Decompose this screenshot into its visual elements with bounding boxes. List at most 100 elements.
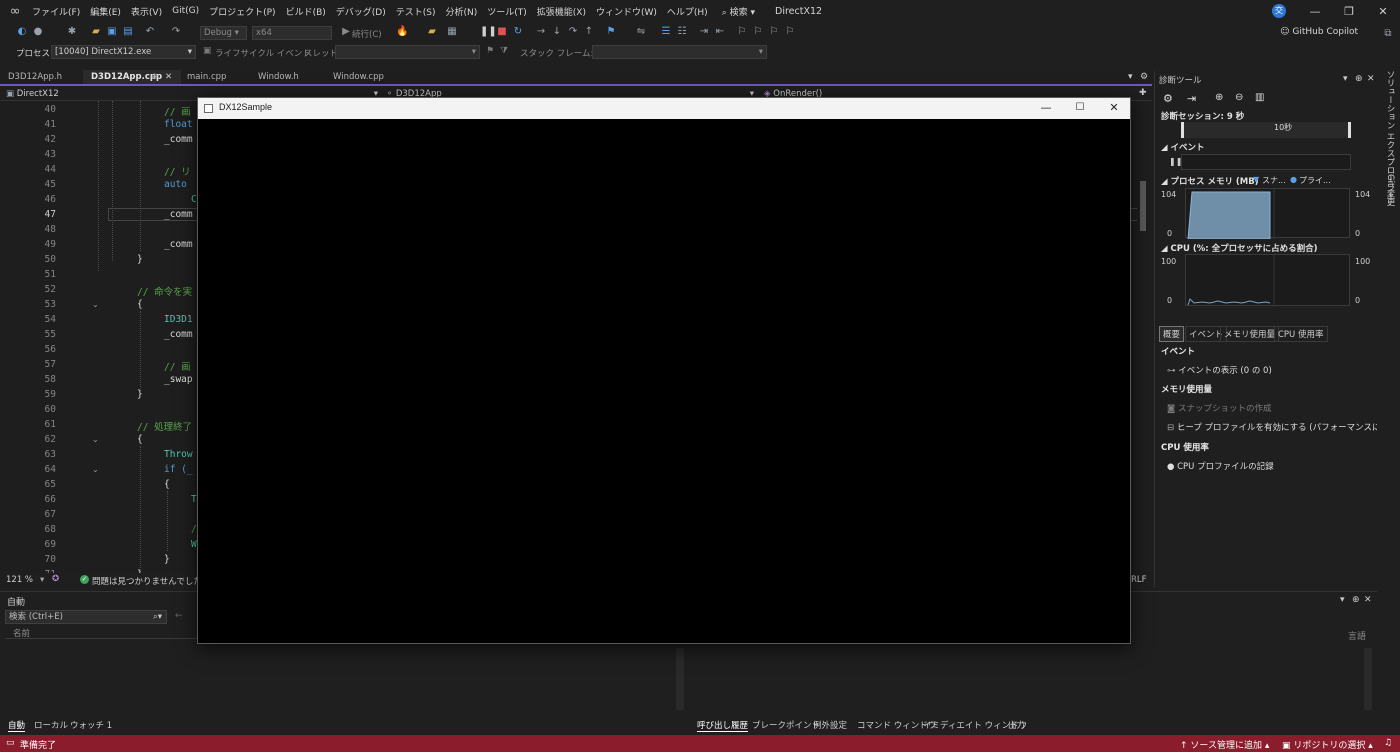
issues-status[interactable]: 問題は見つかりませんでした xyxy=(92,575,202,587)
enable-heap-profiling-button[interactable]: ⊟ ヒープ プロファイルを有効にする (パフォーマンスに影響します) xyxy=(1167,421,1377,433)
lifecycle-events-button[interactable]: ライフサイクル イベント xyxy=(215,47,311,59)
fold-chevron-icon[interactable]: ⌄ xyxy=(92,465,99,474)
visual-studio-logo-icon[interactable]: ∞ xyxy=(0,0,30,22)
tab-exception-settings[interactable]: 例外設定 xyxy=(813,719,847,731)
menu-view[interactable]: 表示(V) xyxy=(129,5,170,18)
bookmark-next-icon[interactable]: ⚐ xyxy=(768,26,780,38)
tab-breakpoints[interactable]: ブレークポイント xyxy=(752,719,820,731)
panel-close-icon[interactable]: ✕ xyxy=(1367,74,1375,84)
close-icon[interactable]: ✕ xyxy=(1098,100,1130,116)
tab-d3d12app-cpp[interactable]: D3D12App.cpp ⊕ ✕ xyxy=(83,70,181,84)
search-icon[interactable]: ⌕▾ xyxy=(153,611,162,623)
autos-search-input[interactable]: 検索 (Ctrl+E) ⌕▾ xyxy=(5,610,167,624)
folder-icon[interactable]: ▰ xyxy=(426,26,438,38)
continue-icon[interactable]: ▶ xyxy=(340,26,352,38)
call-stack-scrollbar[interactable] xyxy=(1364,648,1372,710)
zoom-dropdown-icon[interactable]: ▾ xyxy=(40,575,44,585)
panel-pin-icon[interactable]: ⊕ xyxy=(1355,74,1363,84)
menu-debug[interactable]: デバッグ(D) xyxy=(334,5,394,18)
search-button[interactable]: ⌕ 検索 ▾ xyxy=(722,5,755,18)
menu-window[interactable]: ウィンドウ(W) xyxy=(594,5,665,18)
panel-pin-icon[interactable]: ⊕ xyxy=(1352,595,1360,605)
events-track[interactable] xyxy=(1181,154,1351,170)
zoom-level[interactable]: 121 % xyxy=(6,575,33,585)
menu-analyze[interactable]: 分析(N) xyxy=(443,5,485,18)
tab-locals[interactable]: ローカル xyxy=(34,719,68,731)
bookmark-prev-icon[interactable]: ⚐ xyxy=(752,26,764,38)
continue-label[interactable]: 続行(C) xyxy=(352,28,382,40)
panel-close-icon[interactable]: ✕ xyxy=(1364,595,1372,605)
step-over-icon[interactable]: ↷ xyxy=(567,26,579,38)
column-header-lang[interactable]: 言語 xyxy=(1348,629,1366,642)
platform-select[interactable]: x64 xyxy=(252,26,332,40)
timeline-end-handle[interactable] xyxy=(1348,122,1351,138)
tab-main-cpp[interactable]: main.cpp xyxy=(179,70,251,84)
save-icon[interactable]: ▣ xyxy=(106,26,118,38)
save-all-icon[interactable]: ▤ xyxy=(122,26,134,38)
show-next-statement-icon[interactable]: → xyxy=(535,26,547,38)
dx12-window-titlebar[interactable]: DX12Sample — ☐ ✕ xyxy=(198,98,1130,119)
panel-menu-icon[interactable]: ▾ xyxy=(1340,595,1345,605)
indent-icon[interactable]: ⇥ xyxy=(698,26,710,38)
tab-autos[interactable]: 自動 xyxy=(8,719,26,732)
record-cpu-profile-button[interactable]: ● CPU プロファイルの記録 xyxy=(1167,460,1274,472)
redo-icon[interactable]: ↷ xyxy=(170,26,182,38)
pause-icon[interactable]: ❚❚ xyxy=(480,26,497,38)
timeline-ruler[interactable]: 10秒 xyxy=(1181,122,1351,138)
step-into-icon[interactable]: ↓ xyxy=(551,26,563,38)
tab-call-stack[interactable]: 呼び出し履歴 xyxy=(697,719,749,732)
tab-cpu-usage[interactable]: CPU 使用率 xyxy=(1274,326,1328,342)
filter-thread-icon[interactable]: ⧩ xyxy=(500,46,508,56)
copilot-status-icon[interactable]: ✪ xyxy=(52,574,59,584)
hot-reload-icon[interactable]: 🔥 xyxy=(396,26,408,38)
select-repository-button[interactable]: ▣ リポジトリの選択 ▴ xyxy=(1282,738,1373,751)
git-changes-tab[interactable]: Git 変更 xyxy=(1384,174,1396,206)
menu-tools[interactable]: ツール(T) xyxy=(485,5,535,18)
menu-file[interactable]: ファイル(F) xyxy=(30,5,88,18)
tab-window-cpp[interactable]: Window.cpp xyxy=(325,70,407,84)
pin-icon[interactable]: ⊕ xyxy=(151,70,158,84)
take-snapshot-button[interactable]: ◙ スナップショットの作成 xyxy=(1167,402,1271,414)
step-out-icon[interactable]: ↑ xyxy=(583,26,595,38)
dx12-sample-window[interactable]: DX12Sample — ☐ ✕ xyxy=(197,97,1131,644)
tab-list-icon[interactable]: ▾ xyxy=(1128,72,1133,82)
scrollbar-thumb[interactable] xyxy=(1140,181,1146,231)
restore-icon[interactable]: ❐ xyxy=(1332,5,1366,18)
dx12-render-surface[interactable] xyxy=(198,119,1130,643)
process-select[interactable]: [10040] DirectX12.exe ▾ xyxy=(51,45,196,59)
menu-git[interactable]: Git(G) xyxy=(170,6,207,16)
search-back-icon[interactable]: ← xyxy=(175,611,183,621)
panel-menu-icon[interactable]: ▾ xyxy=(1343,74,1348,84)
settings-icon[interactable]: ⚙ xyxy=(1163,92,1173,105)
comment-icon[interactable]: ☰ xyxy=(660,26,672,38)
new-item-icon[interactable]: ✱ xyxy=(66,26,78,38)
bookmark-icon[interactable]: ⚐ xyxy=(736,26,748,38)
account-avatar[interactable]: 交 xyxy=(1272,4,1286,18)
uncomment-icon[interactable]: ☷ xyxy=(676,26,688,38)
minimize-icon[interactable]: — xyxy=(1298,5,1332,18)
split-editor-icon[interactable]: ✚ xyxy=(1139,88,1147,98)
outdent-icon[interactable]: ⇤ xyxy=(714,26,726,38)
tab-watch1[interactable]: ウォッチ 1 xyxy=(70,719,112,731)
feedback-icon[interactable]: ⧉ xyxy=(1382,28,1394,40)
minimize-icon[interactable]: — xyxy=(1030,100,1062,116)
tab-d3d12app-h[interactable]: D3D12App.h xyxy=(0,70,82,84)
column-name[interactable]: 名前 xyxy=(13,629,30,639)
menu-project[interactable]: プロジェクト(P) xyxy=(207,5,283,18)
memory-graph[interactable] xyxy=(1185,188,1350,239)
flag-thread-icon[interactable]: ⚑ xyxy=(486,46,494,56)
settings-gear-icon[interactable]: ⚙ xyxy=(1140,72,1148,82)
maximize-icon[interactable]: ☐ xyxy=(1064,100,1096,116)
open-folder-icon[interactable]: ▰ xyxy=(90,26,102,38)
zoom-out-icon[interactable]: ⊖ xyxy=(1235,92,1243,103)
navigate-back-icon[interactable]: ◐ xyxy=(16,26,28,38)
menu-extensions[interactable]: 拡張機能(X) xyxy=(535,5,594,18)
menu-build[interactable]: ビルド(B) xyxy=(284,5,334,18)
bookmark-clear-icon[interactable]: ⚐ xyxy=(784,26,796,38)
export-icon[interactable]: ⇥ xyxy=(1187,92,1196,105)
tab-close-icon[interactable]: ✕ xyxy=(165,70,172,84)
add-to-source-control-button[interactable]: ↑ ソース管理に追加 ▴ xyxy=(1180,738,1269,751)
menu-edit[interactable]: 編集(E) xyxy=(88,5,129,18)
timeline-start-handle[interactable] xyxy=(1181,122,1184,138)
restart-icon[interactable]: ↻ xyxy=(512,26,524,38)
